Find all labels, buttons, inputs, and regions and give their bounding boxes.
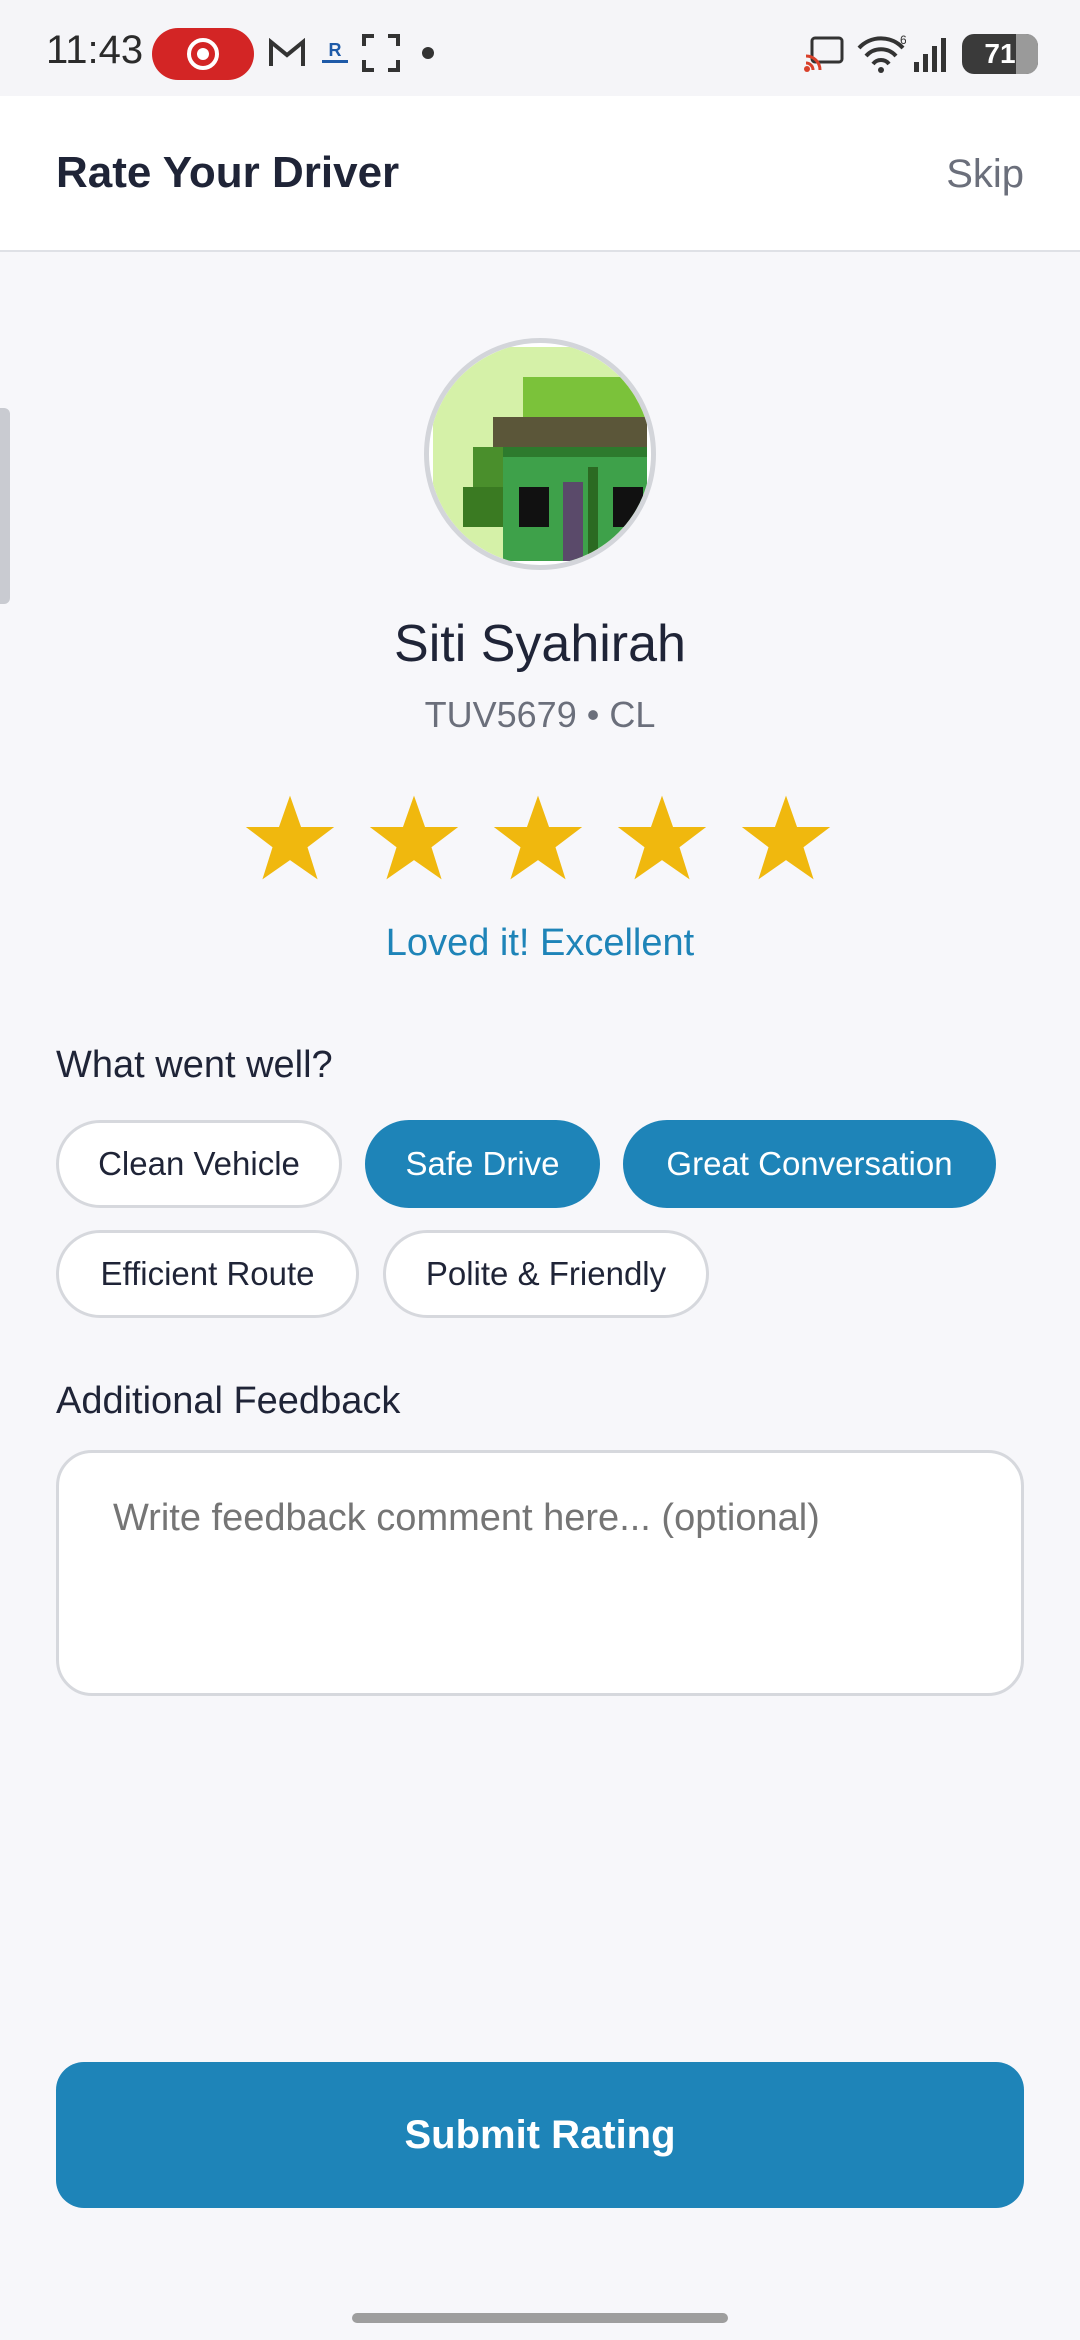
app-r-icon: R [322,40,348,63]
chip-great-conversation[interactable]: Great Conversation [623,1120,996,1208]
app-header: Rate Your Driver Skip [0,96,1080,252]
rating-label: Loved it! Excellent [385,922,695,964]
chip-clean-vehicle[interactable]: Clean Vehicle [56,1120,342,1208]
screenshot-icon [362,34,400,72]
chip-safe-drive[interactable]: Safe Drive [365,1120,600,1208]
star-icon[interactable] [244,792,336,884]
star-rating[interactable] [244,792,836,892]
battery-level: 71 [984,38,1016,69]
screen-record-icon[interactable] [152,28,254,80]
signal-icon [914,38,946,72]
what-went-well-title: What went well? [56,1044,333,1086]
edge-handle[interactable] [0,408,10,604]
skip-button[interactable]: Skip [946,152,1024,197]
vehicle-plate: TUV5679 • CL [424,694,656,735]
wifi-badge: 6 [900,34,906,47]
driver-avatar [424,338,656,570]
status-bar: 11:43 R 6 71 [0,0,1080,96]
driver-name: Siti Syahirah [394,615,686,673]
additional-feedback-title: Additional Feedback [56,1380,401,1422]
gmail-icon [269,38,305,66]
star-icon[interactable] [492,792,584,884]
cast-icon [804,36,844,72]
status-time: 11:43 [46,28,144,72]
svg-text:R: R [329,40,342,60]
battery-icon: 71 [962,34,1038,74]
feedback-input[interactable] [56,1450,1024,1696]
submit-rating-button[interactable]: Submit Rating [56,2062,1024,2208]
dot-icon [422,47,434,59]
wifi-icon: 6 [857,34,906,73]
home-indicator[interactable] [352,2313,728,2323]
pixel-avatar [433,347,647,561]
page-title: Rate Your Driver [56,148,400,197]
chip-efficient-route[interactable]: Efficient Route [56,1230,359,1318]
star-icon[interactable] [616,792,708,884]
chip-polite-friendly[interactable]: Polite & Friendly [383,1230,709,1318]
star-icon[interactable] [368,792,460,884]
star-icon[interactable] [740,792,832,884]
